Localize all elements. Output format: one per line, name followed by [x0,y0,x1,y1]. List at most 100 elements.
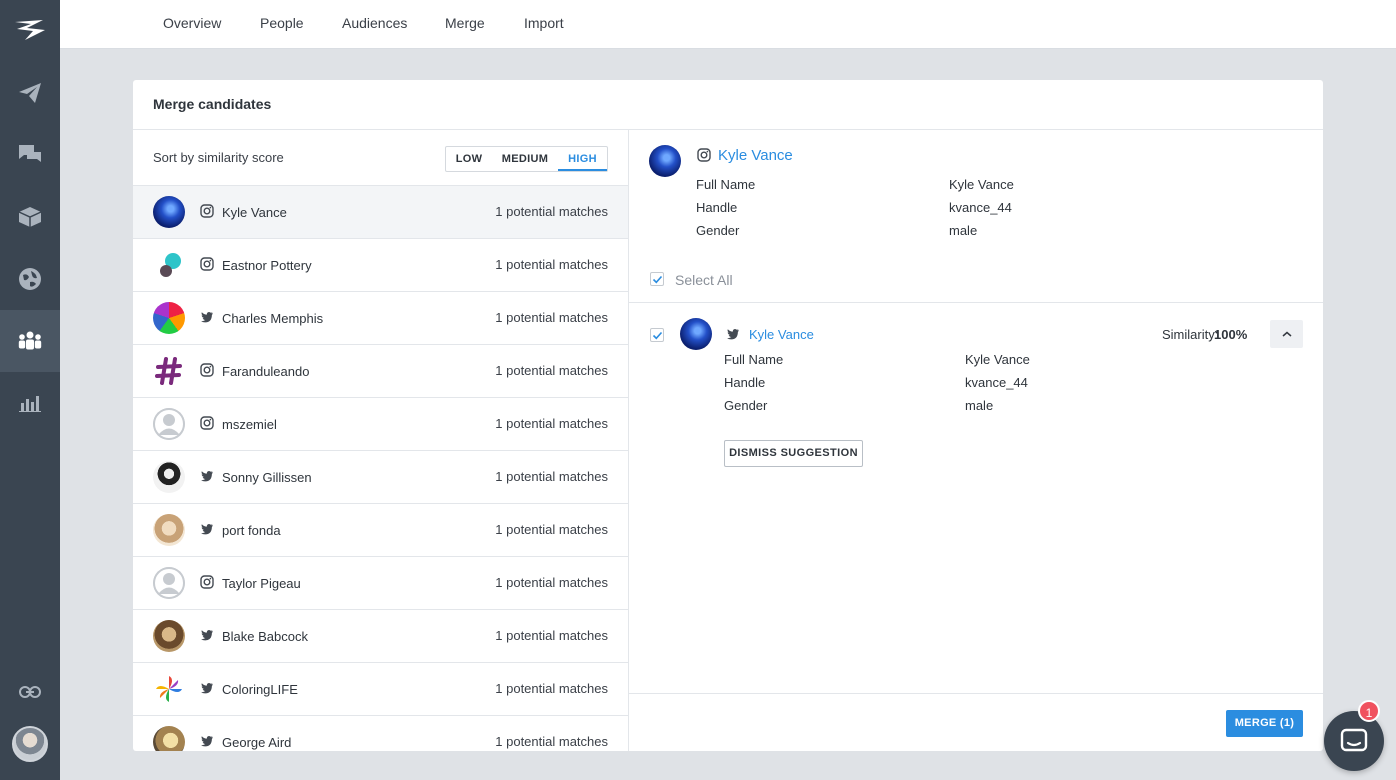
candidate-name: Blake Babcock [222,629,308,644]
avatar [153,302,185,334]
candidate-row[interactable]: port fonda 1 potential matches [133,504,628,557]
filter-low-button[interactable]: LOW [446,147,492,171]
chevron-up-icon [1282,331,1291,337]
candidate-row[interactable]: Kyle Vance 1 potential matches [133,186,628,239]
candidate-row[interactable]: George Aird 1 potential matches [133,716,628,751]
similarity-filter: LOW MEDIUM HIGH [445,146,608,172]
merge-candidates-card: Merge candidates Sort by similarity scor… [133,80,1323,751]
primary-profile-name[interactable]: Kyle Vance [718,147,793,164]
candidate-name: Faranduleando [222,364,310,379]
select-all-label[interactable]: Select All [675,272,733,288]
match-count: 1 potential matches [495,310,608,325]
match-count: 1 potential matches [495,575,608,590]
check-icon [652,275,663,284]
collapse-button[interactable] [1270,320,1303,348]
twitter-icon [201,524,213,535]
instagram-icon [200,575,214,589]
candidate-rows: Kyle Vance 1 potential matches Eastnor P… [133,186,628,751]
instagram-icon [200,257,214,271]
field-value: Kyle Vance [949,177,1014,192]
merge-button[interactable]: MERGE (1) [1226,710,1303,737]
chat-bubbles-icon [19,145,41,162]
dismiss-suggestion-button[interactable]: DISMISS SUGGESTION [724,440,863,467]
instagram-icon [697,148,711,162]
tab-audiences[interactable]: Audiences [342,0,407,48]
avatar [153,408,185,440]
similarity-value: 100% [1214,327,1248,342]
bar-chart-icon [19,396,41,412]
field-value: male [949,223,978,238]
candidate-name: port fonda [222,523,281,538]
sidebar [0,0,60,780]
similarity-label: Similarity: [1162,327,1219,342]
user-avatar[interactable] [12,726,48,762]
filter-medium-button[interactable]: MEDIUM [492,147,558,171]
sidebar-item-engage[interactable] [0,124,60,186]
field-value: kvance_44 [965,375,1028,390]
filter-high-button[interactable]: HIGH [558,147,607,171]
candidate-row[interactable]: Taylor Pigeau 1 potential matches [133,557,628,610]
field-label: Gender [724,398,768,413]
tab-import[interactable]: Import [524,0,564,48]
avatar [153,461,185,493]
match-count: 1 potential matches [495,204,608,219]
field-label: Handle [696,200,738,215]
chat-icon [1340,728,1368,752]
check-icon [652,331,663,340]
field-label: Gender [696,223,740,238]
app-logo[interactable] [0,0,60,60]
suggestion-checkbox[interactable] [650,328,664,342]
candidate-row[interactable]: Faranduleando 1 potential matches [133,345,628,398]
field-value: kvance_44 [949,200,1012,215]
sidebar-item-content[interactable] [0,186,60,248]
tab-merge[interactable]: Merge [445,0,485,48]
match-count: 1 potential matches [495,734,608,749]
match-count: 1 potential matches [495,416,608,431]
select-all-checkbox[interactable] [650,272,664,286]
candidate-name: Kyle Vance [222,205,287,220]
tab-overview[interactable]: Overview [163,0,221,48]
sidebar-item-publish[interactable] [0,62,60,124]
avatar [153,673,185,705]
avatar [680,318,712,350]
suggestion-name[interactable]: Kyle Vance [749,327,814,342]
sidebar-item-integrations[interactable] [0,661,60,723]
sidebar-item-people[interactable] [0,310,60,372]
candidate-row[interactable]: Sonny Gillissen 1 potential matches [133,451,628,504]
match-count: 1 potential matches [495,469,608,484]
sort-bar: Sort by similarity score LOW MEDIUM HIGH [133,130,628,186]
field-label: Full Name [696,177,756,192]
sidebar-item-listen[interactable] [0,248,60,310]
suggested-match: Kyle Vance Similarity: 100% Full Name Ky… [629,304,1323,694]
candidate-row[interactable]: mszemiel 1 potential matches [133,398,628,451]
twitter-icon [201,471,213,482]
instagram-icon [200,204,214,218]
candidate-name: ColoringLIFE [222,682,298,697]
chat-notification-badge: 1 [1358,700,1380,722]
tab-people[interactable]: People [260,0,304,48]
candidate-row[interactable]: Charles Memphis 1 potential matches [133,292,628,345]
match-count: 1 potential matches [495,363,608,378]
candidate-row[interactable]: Eastnor Pottery 1 potential matches [133,239,628,292]
candidate-name: Charles Memphis [222,311,324,326]
match-count: 1 potential matches [495,522,608,537]
candidate-list-panel: Sort by similarity score LOW MEDIUM HIGH… [133,130,629,751]
avatar [649,145,681,177]
logo-icon [15,20,45,40]
avatar [153,726,185,751]
primary-profile: Kyle Vance Full Name Kyle Vance Handle k… [629,130,1323,303]
sidebar-item-analytics[interactable] [0,372,60,434]
candidate-name: Sonny Gillissen [222,470,312,485]
avatar [153,567,185,599]
match-count: 1 potential matches [495,628,608,643]
sort-label: Sort by similarity score [153,150,284,165]
instagram-icon [200,416,214,430]
candidate-name: George Aird [222,735,292,750]
avatar [153,514,185,546]
match-count: 1 potential matches [495,681,608,696]
paper-plane-icon [19,83,41,103]
match-count: 1 potential matches [495,257,608,272]
candidate-row[interactable]: ColoringLIFE 1 potential matches [133,663,628,716]
candidate-row[interactable]: Blake Babcock 1 potential matches [133,610,628,663]
field-value: Kyle Vance [965,352,1030,367]
